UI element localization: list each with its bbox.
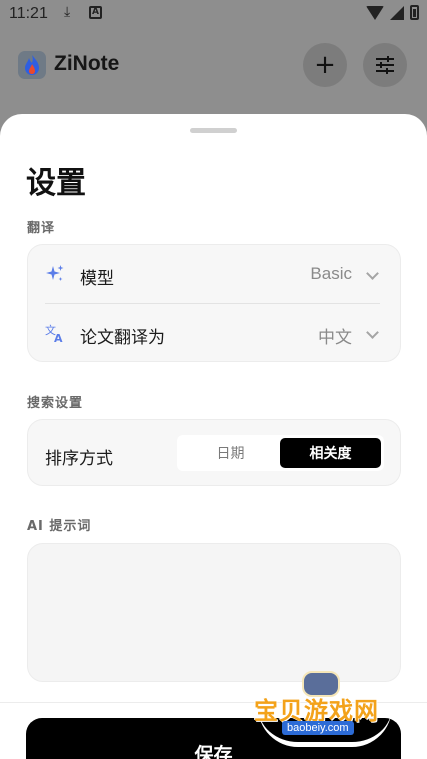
sort-label: 排序方式 — [45, 449, 113, 469]
save-button-label: 保存 — [194, 744, 233, 759]
ai-prompt-input[interactable] — [27, 543, 401, 682]
status-bar: 11:21 ⤓ A — [0, 0, 427, 30]
wifi-icon — [366, 5, 384, 20]
sliders-icon — [376, 56, 394, 74]
filter-settings-button[interactable] — [363, 43, 407, 87]
cell-signal-icon — [390, 5, 404, 20]
paper-translate-row[interactable]: 文 A 论文翻译为 中文 — [28, 304, 400, 363]
app-title: ZiNote — [54, 52, 120, 75]
sort-option-relevance[interactable]: 相关度 — [280, 438, 381, 468]
battery-icon — [410, 5, 419, 20]
flame-logo-icon — [18, 51, 46, 79]
translate-icon: 文 A — [45, 323, 63, 343]
settings-sheet: 设置 翻译 模型 Basic 文 A 论文翻译为 中文 搜索设置 排序方式 日期… — [0, 114, 427, 759]
model-value: Basic — [310, 264, 352, 283]
paper-translate-label: 论文翻译为 — [80, 328, 165, 348]
model-row[interactable]: 模型 Basic — [28, 245, 400, 304]
status-icons — [366, 5, 419, 20]
model-label: 模型 — [80, 269, 114, 289]
search-section-label: 搜索设置 — [27, 396, 84, 411]
chevron-down-icon — [366, 267, 379, 280]
status-time: 11:21 — [9, 5, 48, 22]
sort-option-date[interactable]: 日期 — [180, 438, 281, 468]
paper-translate-value: 中文 — [318, 328, 352, 348]
translation-card: 模型 Basic 文 A 论文翻译为 中文 — [27, 244, 401, 362]
download-icon: ⤓ — [64, 4, 71, 20]
svg-text:A: A — [54, 332, 63, 343]
app-bar: ZiNote + — [0, 40, 427, 92]
search-card: 排序方式 日期 相关度 — [27, 419, 401, 486]
sparkle-icon — [46, 265, 64, 281]
sheet-drag-handle[interactable] — [190, 128, 237, 133]
add-button[interactable]: + — [303, 43, 347, 87]
ai-prompt-section-label: AI 提示词 — [27, 519, 92, 534]
sort-segmented-control: 日期 相关度 — [177, 435, 384, 471]
watermark: 宝贝游戏网 baobeiy.com — [252, 671, 402, 756]
sheet-title: 设置 — [26, 166, 86, 201]
chevron-down-icon — [366, 326, 379, 339]
watermark-url: baobeiy.com — [282, 721, 354, 735]
app-notification-icon: A — [89, 6, 102, 19]
plus-icon: + — [314, 50, 336, 80]
translation-section-label: 翻译 — [27, 221, 56, 236]
